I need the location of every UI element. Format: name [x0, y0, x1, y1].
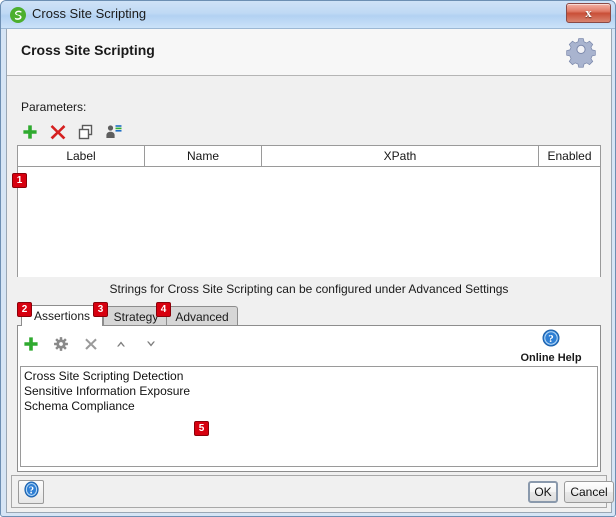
parameters-label: Parameters:	[21, 100, 87, 114]
close-icon: x	[585, 5, 592, 20]
list-item[interactable]: Sensitive Information Exposure	[21, 384, 597, 399]
chevron-up-icon[interactable]	[111, 334, 131, 354]
tab-advanced-label: Advanced	[175, 309, 229, 324]
help-circle-icon: ?	[23, 481, 40, 503]
annotation-badge-5: 5	[194, 421, 209, 436]
assertions-list[interactable]: Cross Site Scripting Detection Sensitive…	[20, 366, 598, 467]
delete-x-icon[interactable]	[48, 122, 68, 142]
column-header-name[interactable]: Name	[145, 146, 262, 166]
gear-icon[interactable]	[562, 34, 600, 72]
advanced-settings-hint: Strings for Cross Site Scripting can be …	[109, 282, 509, 296]
column-header-label[interactable]: Label	[18, 146, 145, 166]
page-title: Cross Site Scripting	[21, 42, 155, 58]
annotation-badge-1: 1	[12, 173, 27, 188]
plus-icon[interactable]	[20, 122, 40, 142]
online-help-link[interactable]: ? Online Help	[503, 329, 599, 364]
copy-icon[interactable]	[76, 122, 96, 142]
tab-assertions-label: Assertions	[33, 309, 91, 323]
dialog-client-area: Cross Site Scripting Parameters: Label N…	[6, 29, 614, 513]
dialog-window: Cross Site Scripting x Cross Site Script…	[0, 0, 616, 517]
person-list-icon[interactable]	[104, 122, 124, 142]
cancel-button[interactable]: Cancel	[564, 481, 614, 503]
parameters-toolbar	[20, 119, 124, 145]
column-header-xpath[interactable]: XPath	[262, 146, 539, 166]
help-circle-icon: ?	[542, 329, 560, 351]
svg-text:?: ?	[548, 333, 554, 345]
dialog-button-bar	[11, 475, 607, 508]
x-icon[interactable]	[81, 334, 101, 354]
help-button[interactable]: ?	[18, 480, 44, 504]
column-header-enabled[interactable]: Enabled	[539, 146, 600, 166]
table-body-empty[interactable]	[18, 167, 600, 277]
list-item[interactable]: Cross Site Scripting Detection	[21, 369, 597, 384]
parameters-table[interactable]: Label Name XPath Enabled	[17, 145, 601, 277]
annotation-badge-4: 4	[156, 302, 171, 317]
ok-button[interactable]: OK	[528, 481, 558, 503]
tab-strategy-label: Strategy	[113, 309, 159, 324]
dialog-header: Cross Site Scripting	[7, 29, 611, 76]
assertions-toolbar	[21, 332, 161, 356]
annotation-badge-2: 2	[17, 302, 32, 317]
annotation-badge-3: 3	[93, 302, 108, 317]
table-header-row: Label Name XPath Enabled	[18, 146, 600, 167]
tab-assertions[interactable]: Assertions	[21, 305, 103, 326]
gear-icon[interactable]	[51, 334, 71, 354]
plus-icon[interactable]	[21, 334, 41, 354]
chevron-down-icon[interactable]	[141, 334, 161, 354]
online-help-label: Online Help	[520, 352, 582, 364]
tab-advanced[interactable]: Advanced	[166, 306, 238, 326]
list-item[interactable]: Schema Compliance	[21, 399, 597, 414]
close-button[interactable]: x	[566, 3, 611, 23]
svg-text:?: ?	[28, 485, 33, 496]
soapui-logo-icon	[9, 6, 27, 24]
title-bar[interactable]: Cross Site Scripting x	[1, 1, 615, 29]
window-title: Cross Site Scripting	[32, 6, 147, 21]
